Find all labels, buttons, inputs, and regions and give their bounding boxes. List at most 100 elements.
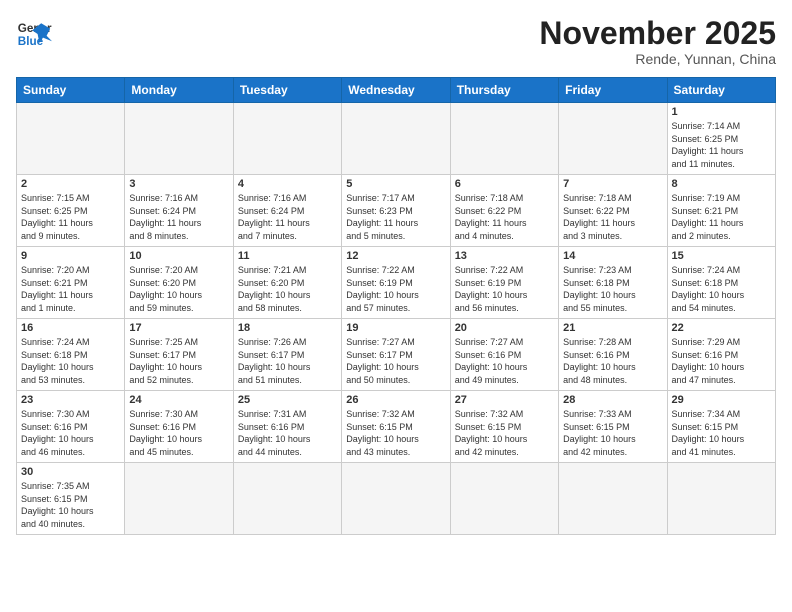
table-row xyxy=(125,463,233,534)
day-info: Sunrise: 7:34 AM Sunset: 6:15 PM Dayligh… xyxy=(672,408,771,458)
table-row xyxy=(667,463,775,534)
table-row: 1Sunrise: 7:14 AM Sunset: 6:25 PM Daylig… xyxy=(667,103,775,175)
day-info: Sunrise: 7:15 AM Sunset: 6:25 PM Dayligh… xyxy=(21,192,120,242)
day-number: 29 xyxy=(672,394,771,406)
logo: General Blue xyxy=(16,16,52,52)
table-row: 16 Sunrise: 7:24 AM Sunset: 6:18 PM Dayli… xyxy=(17,319,125,391)
day-info: Sunrise: 7:30 AM Sunset: 6:16 PM Dayligh… xyxy=(21,408,120,458)
calendar-week-row: 16 Sunrise: 7:24 AM Sunset: 6:18 PM Dayli… xyxy=(17,319,776,391)
table-row: 7Sunrise: 7:18 AM Sunset: 6:22 PM Daylig… xyxy=(559,175,667,247)
table-row: 18 Sunrise: 7:26 AM Sunset: 6:17 PM Dayli… xyxy=(233,319,341,391)
calendar-week-row: 23 Sunrise: 7:30 AM Sunset: 6:16 PM Dayli… xyxy=(17,391,776,463)
table-row: 13 Sunrise: 7:22 AM Sunset: 6:19 PM Dayli… xyxy=(450,247,558,319)
col-friday: Friday xyxy=(559,78,667,103)
day-info: Sunrise: 7:26 AM Sunset: 6:17 PM Dayligh… xyxy=(238,336,337,386)
location: Rende, Yunnan, China xyxy=(539,51,776,67)
day-info: Sunrise: 7:35 AM Sunset: 6:15 PM Dayligh… xyxy=(21,480,120,530)
day-info: Sunrise: 7:29 AM Sunset: 6:16 PM Dayligh… xyxy=(672,336,771,386)
day-number: 8 xyxy=(672,178,771,190)
day-info: Sunrise: 7:23 AM Sunset: 6:18 PM Dayligh… xyxy=(563,264,662,314)
day-number: 14 xyxy=(563,250,662,262)
day-info: Sunrise: 7:25 AM Sunset: 6:17 PM Dayligh… xyxy=(129,336,228,386)
table-row: 4Sunrise: 7:16 AM Sunset: 6:24 PM Daylig… xyxy=(233,175,341,247)
day-number: 24 xyxy=(129,394,228,406)
table-row: 10 Sunrise: 7:20 AM Sunset: 6:20 PM Dayli… xyxy=(125,247,233,319)
day-info: Sunrise: 7:20 AM Sunset: 6:20 PM Dayligh… xyxy=(129,264,228,314)
day-number: 15 xyxy=(672,250,771,262)
day-info: Sunrise: 7:33 AM Sunset: 6:15 PM Dayligh… xyxy=(563,408,662,458)
table-row xyxy=(342,103,450,175)
col-thursday: Thursday xyxy=(450,78,558,103)
table-row: 11Sunrise: 7:21 AM Sunset: 6:20 PM Dayli… xyxy=(233,247,341,319)
day-number: 28 xyxy=(563,394,662,406)
table-row: 29 Sunrise: 7:34 AM Sunset: 6:15 PM Dayli… xyxy=(667,391,775,463)
table-row: 26 Sunrise: 7:32 AM Sunset: 6:15 PM Dayli… xyxy=(342,391,450,463)
col-sunday: Sunday xyxy=(17,78,125,103)
table-row: 5 Sunrise: 7:17 AM Sunset: 6:23 PM Daylig… xyxy=(342,175,450,247)
table-row: 3Sunrise: 7:16 AM Sunset: 6:24 PM Daylig… xyxy=(125,175,233,247)
table-row: 23 Sunrise: 7:30 AM Sunset: 6:16 PM Dayli… xyxy=(17,391,125,463)
day-number: 5 xyxy=(346,178,445,190)
day-info: Sunrise: 7:32 AM Sunset: 6:15 PM Dayligh… xyxy=(346,408,445,458)
col-tuesday: Tuesday xyxy=(233,78,341,103)
table-row xyxy=(450,463,558,534)
day-number: 13 xyxy=(455,250,554,262)
table-row: 9 Sunrise: 7:20 AM Sunset: 6:21 PM Daylig… xyxy=(17,247,125,319)
table-row xyxy=(17,103,125,175)
day-number: 20 xyxy=(455,322,554,334)
col-monday: Monday xyxy=(125,78,233,103)
day-info: Sunrise: 7:22 AM Sunset: 6:19 PM Dayligh… xyxy=(455,264,554,314)
header: General Blue November 2025 Rende, Yunnan… xyxy=(16,16,776,67)
table-row: 17 Sunrise: 7:25 AM Sunset: 6:17 PM Dayli… xyxy=(125,319,233,391)
day-number: 18 xyxy=(238,322,337,334)
day-info: Sunrise: 7:19 AM Sunset: 6:21 PM Dayligh… xyxy=(672,192,771,242)
day-number: 3 xyxy=(129,178,228,190)
calendar-table: Sunday Monday Tuesday Wednesday Thursday… xyxy=(16,77,776,534)
day-number: 7 xyxy=(563,178,662,190)
generalblue-logo-icon: General Blue xyxy=(16,16,52,52)
title-block: November 2025 Rende, Yunnan, China xyxy=(539,16,776,67)
day-info: Sunrise: 7:18 AM Sunset: 6:22 PM Dayligh… xyxy=(455,192,554,242)
table-row: 12Sunrise: 7:22 AM Sunset: 6:19 PM Dayli… xyxy=(342,247,450,319)
calendar-week-row: 2 Sunrise: 7:15 AM Sunset: 6:25 PM Daylig… xyxy=(17,175,776,247)
table-row xyxy=(233,463,341,534)
table-row: 30Sunrise: 7:35 AM Sunset: 6:15 PM Dayli… xyxy=(17,463,125,534)
calendar-week-row: 1Sunrise: 7:14 AM Sunset: 6:25 PM Daylig… xyxy=(17,103,776,175)
day-info: Sunrise: 7:24 AM Sunset: 6:18 PM Dayligh… xyxy=(21,336,120,386)
day-number: 12 xyxy=(346,250,445,262)
table-row: 25Sunrise: 7:31 AM Sunset: 6:16 PM Dayli… xyxy=(233,391,341,463)
table-row: 14 Sunrise: 7:23 AM Sunset: 6:18 PM Dayli… xyxy=(559,247,667,319)
calendar-week-row: 30Sunrise: 7:35 AM Sunset: 6:15 PM Dayli… xyxy=(17,463,776,534)
table-row: 22Sunrise: 7:29 AM Sunset: 6:16 PM Dayli… xyxy=(667,319,775,391)
month-title: November 2025 xyxy=(539,16,776,51)
day-info: Sunrise: 7:32 AM Sunset: 6:15 PM Dayligh… xyxy=(455,408,554,458)
table-row: 20Sunrise: 7:27 AM Sunset: 6:16 PM Dayli… xyxy=(450,319,558,391)
day-number: 6 xyxy=(455,178,554,190)
calendar-header-row: Sunday Monday Tuesday Wednesday Thursday… xyxy=(17,78,776,103)
day-number: 16 xyxy=(21,322,120,334)
day-number: 9 xyxy=(21,250,120,262)
table-row xyxy=(342,463,450,534)
day-info: Sunrise: 7:16 AM Sunset: 6:24 PM Dayligh… xyxy=(238,192,337,242)
table-row: 24Sunrise: 7:30 AM Sunset: 6:16 PM Dayli… xyxy=(125,391,233,463)
day-info: Sunrise: 7:20 AM Sunset: 6:21 PM Dayligh… xyxy=(21,264,120,314)
table-row: 28 Sunrise: 7:33 AM Sunset: 6:15 PM Dayli… xyxy=(559,391,667,463)
day-number: 23 xyxy=(21,394,120,406)
day-number: 10 xyxy=(129,250,228,262)
day-number: 2 xyxy=(21,178,120,190)
day-info: Sunrise: 7:28 AM Sunset: 6:16 PM Dayligh… xyxy=(563,336,662,386)
page: General Blue November 2025 Rende, Yunnan… xyxy=(0,0,792,612)
day-number: 26 xyxy=(346,394,445,406)
table-row: 8 Sunrise: 7:19 AM Sunset: 6:21 PM Daylig… xyxy=(667,175,775,247)
col-saturday: Saturday xyxy=(667,78,775,103)
day-number: 21 xyxy=(563,322,662,334)
col-wednesday: Wednesday xyxy=(342,78,450,103)
table-row: 15Sunrise: 7:24 AM Sunset: 6:18 PM Dayli… xyxy=(667,247,775,319)
calendar-week-row: 9 Sunrise: 7:20 AM Sunset: 6:21 PM Daylig… xyxy=(17,247,776,319)
table-row xyxy=(125,103,233,175)
day-number: 17 xyxy=(129,322,228,334)
day-number: 25 xyxy=(238,394,337,406)
day-info: Sunrise: 7:17 AM Sunset: 6:23 PM Dayligh… xyxy=(346,192,445,242)
day-info: Sunrise: 7:27 AM Sunset: 6:17 PM Dayligh… xyxy=(346,336,445,386)
table-row: 19Sunrise: 7:27 AM Sunset: 6:17 PM Dayli… xyxy=(342,319,450,391)
